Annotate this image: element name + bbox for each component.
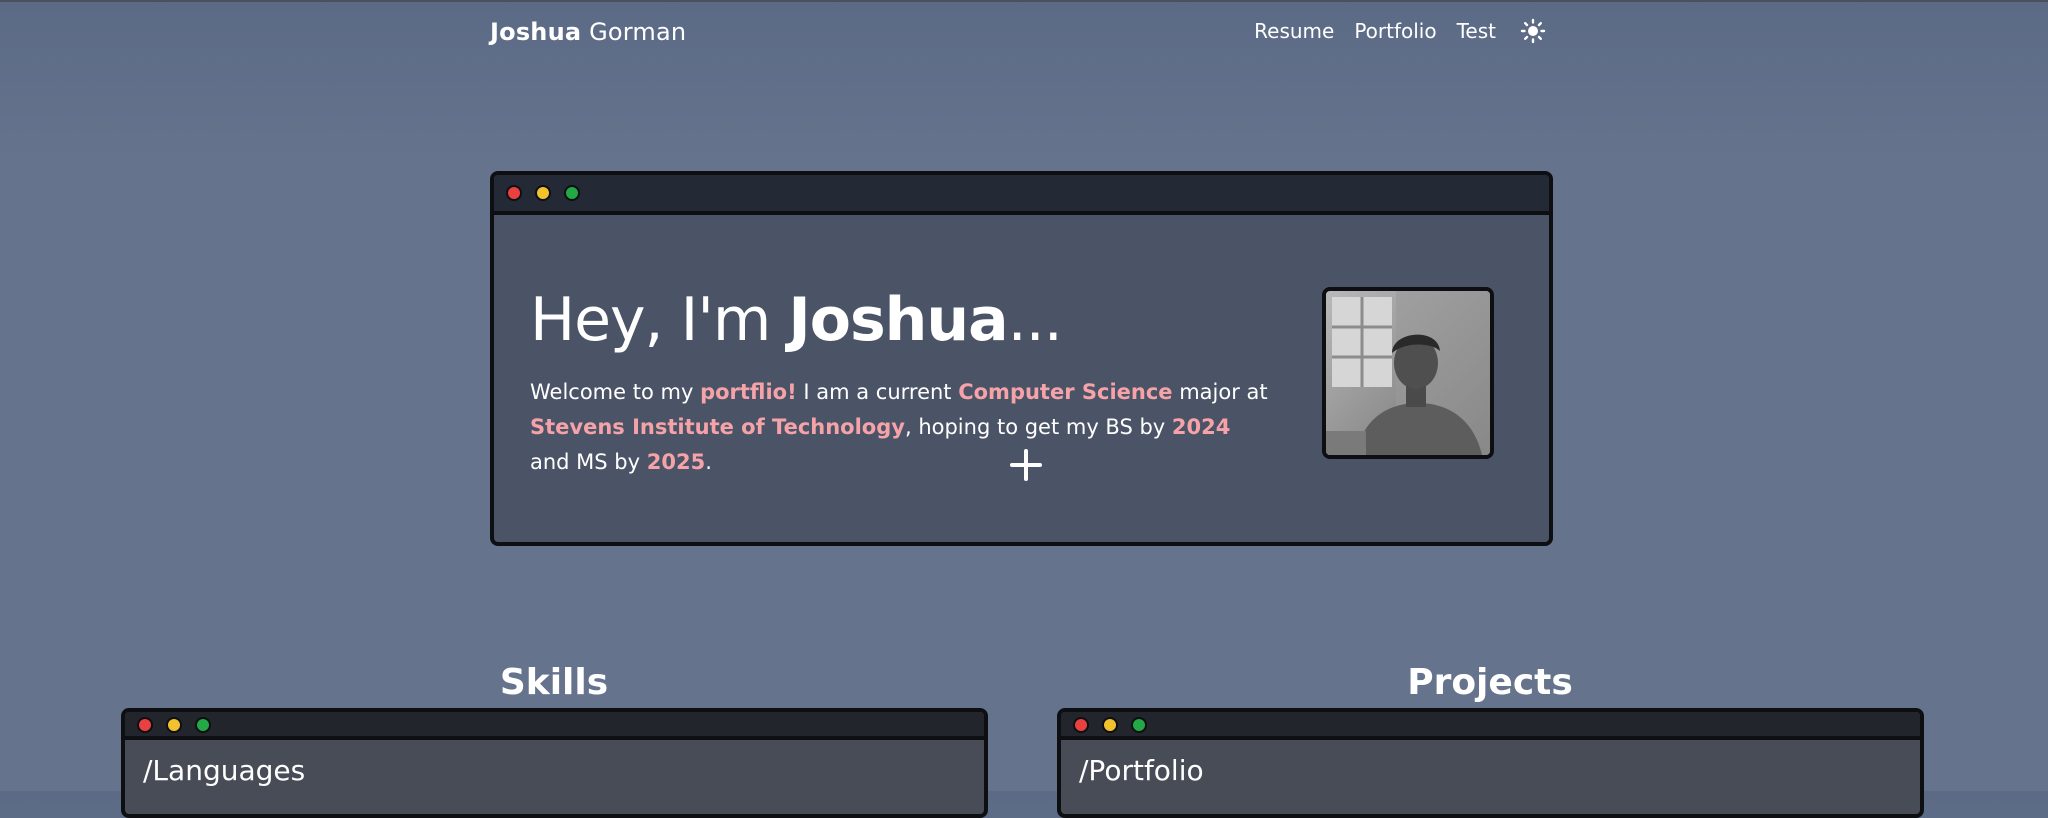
skills-window-titlebar [125, 712, 984, 740]
top-border [0, 0, 2048, 2]
highlight-portfolio: portflio! [700, 380, 797, 404]
skills-window-path: /Languages [143, 754, 306, 787]
window-minimize-dot[interactable] [1102, 717, 1118, 733]
hero-title-suffix: ... [1007, 285, 1063, 355]
intro-text-part: . [705, 450, 712, 474]
window-minimize-dot[interactable] [535, 185, 551, 201]
window-maximize-dot[interactable] [564, 185, 580, 201]
hero-title: Hey, I'm Joshua... [530, 285, 1063, 355]
skills-heading: Skills [499, 662, 609, 703]
intro-text-part: and MS by [530, 450, 647, 474]
intro-text-part: , hoping to get my BS by [904, 415, 1172, 439]
highlight-ms-year: 2025 [646, 450, 706, 474]
nav-links: Resume Portfolio Test [1234, 18, 1546, 44]
nav-link-portfolio[interactable]: Portfolio [1354, 19, 1436, 43]
sun-icon [1520, 18, 1546, 44]
nav-link-resume[interactable]: Resume [1254, 19, 1334, 43]
projects-heading: Projects [1407, 662, 1573, 703]
profile-photo-image [1326, 291, 1490, 455]
window-maximize-dot[interactable] [195, 717, 211, 733]
navbar: Joshua Gorman Resume Portfolio Test [490, 12, 1546, 56]
hero-title-name: Joshua [788, 285, 1008, 355]
brand-first-name: Joshua [490, 18, 582, 46]
window-minimize-dot[interactable] [166, 717, 182, 733]
intro-text-part: I am a current [796, 380, 959, 404]
window-maximize-dot[interactable] [1131, 717, 1147, 733]
intro-text-part: Welcome to my [530, 380, 701, 404]
highlight-bs-year: 2024 [1171, 415, 1231, 439]
theme-toggle-button[interactable] [1520, 18, 1546, 44]
projects-window: /Portfolio [1057, 708, 1924, 818]
nav-link-test[interactable]: Test [1457, 19, 1496, 43]
intro-text-part: major at [1172, 380, 1268, 404]
hero-window: Hey, I'm Joshua... Welcome to my portfli… [490, 171, 1553, 546]
window-close-dot[interactable] [506, 185, 522, 201]
projects-window-path: /Portfolio [1079, 754, 1204, 787]
hero-title-prefix: Hey, I'm [530, 285, 789, 355]
hero-window-titlebar [494, 175, 1549, 215]
window-close-dot[interactable] [137, 717, 153, 733]
expand-button[interactable] [1006, 445, 1046, 485]
hero-intro-text: Welcome to my portflio! I am a current C… [530, 375, 1270, 480]
profile-photo [1322, 287, 1494, 459]
brand-logo[interactable]: Joshua Gorman [490, 18, 686, 46]
skills-window: /Languages [121, 708, 988, 818]
projects-window-titlebar [1061, 712, 1920, 740]
highlight-major: Computer Science [958, 380, 1173, 404]
window-close-dot[interactable] [1073, 717, 1089, 733]
highlight-school: Stevens Institute of Technology [530, 415, 905, 439]
plus-icon [1010, 449, 1042, 481]
brand-last-name: Gorman [581, 18, 687, 46]
